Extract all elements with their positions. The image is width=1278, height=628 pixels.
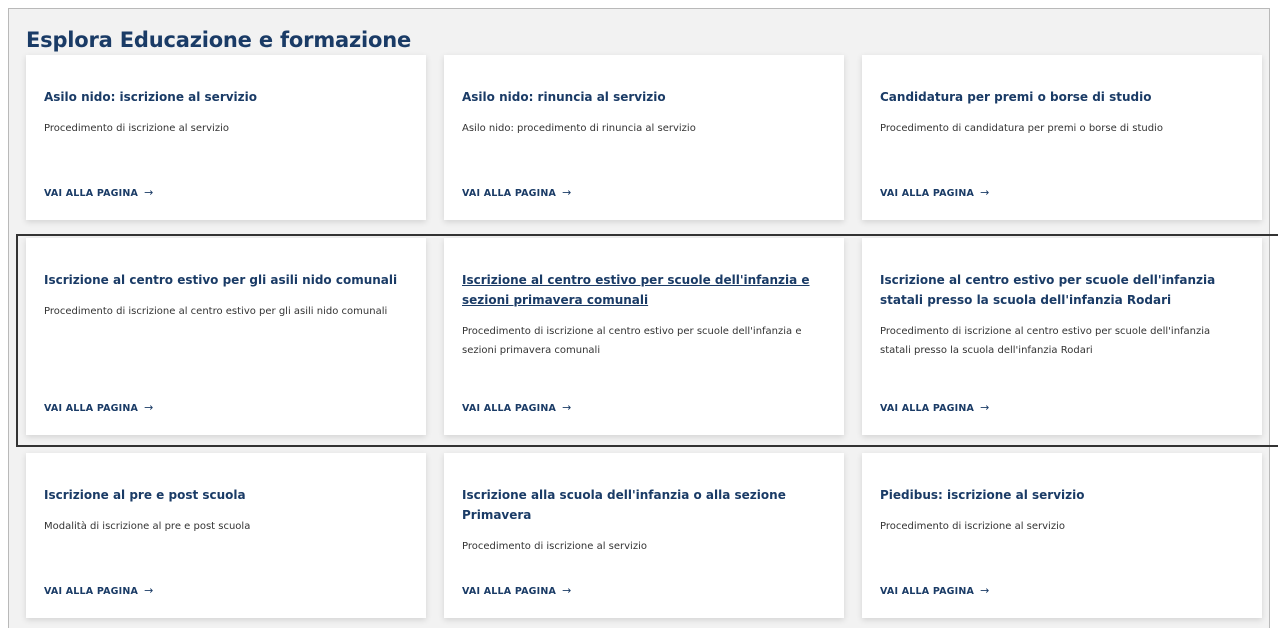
card-link-button[interactable]: VAI ALLA PAGINA →	[880, 186, 990, 199]
card-description: Procedimento di candidatura per premi o …	[880, 123, 1163, 134]
card-title[interactable]: Iscrizione al centro estivo per scuole d…	[462, 270, 826, 310]
card-link-label: VAI ALLA PAGINA	[880, 586, 975, 597]
card-title[interactable]: Candidatura per premi o borse di studio	[880, 87, 1244, 107]
card-link-label: VAI ALLA PAGINA	[462, 403, 557, 414]
arrow-right-icon: →	[144, 584, 154, 597]
card-link-button[interactable]: VAI ALLA PAGINA →	[462, 401, 572, 414]
card-link-button[interactable]: VAI ALLA PAGINA →	[462, 584, 572, 597]
card-link-button[interactable]: VAI ALLA PAGINA →	[44, 401, 154, 414]
service-card: Piedibus: iscrizione al servizio Procedi…	[862, 453, 1262, 618]
service-card: Asilo nido: iscrizione al servizio Proce…	[26, 55, 426, 220]
arrow-right-icon: →	[980, 401, 990, 414]
arrow-right-icon: →	[144, 186, 154, 199]
card-link-button[interactable]: VAI ALLA PAGINA →	[44, 584, 154, 597]
service-card: Asilo nido: rinuncia al servizio Asilo n…	[444, 55, 844, 220]
arrow-right-icon: →	[562, 186, 572, 199]
card-link-label: VAI ALLA PAGINA	[44, 403, 139, 414]
service-card: Iscrizione al pre e post scuola Modalità…	[26, 453, 426, 618]
card-link-label: VAI ALLA PAGINA	[462, 188, 557, 199]
card-link-button[interactable]: VAI ALLA PAGINA →	[462, 186, 572, 199]
card-title[interactable]: Iscrizione alla scuola dell'infanzia o a…	[462, 485, 826, 525]
card-link-label: VAI ALLA PAGINA	[462, 586, 557, 597]
card-title[interactable]: Piedibus: iscrizione al servizio	[880, 485, 1244, 505]
card-link-label: VAI ALLA PAGINA	[44, 188, 139, 199]
card-description: Procedimento di iscrizione al centro est…	[462, 326, 802, 356]
card-title[interactable]: Iscrizione al centro estivo per gli asil…	[44, 270, 408, 290]
section-title: Esplora Educazione e formazione	[26, 28, 412, 52]
arrow-right-icon: →	[980, 186, 990, 199]
card-description: Procedimento di iscrizione al servizio	[44, 123, 229, 134]
card-title[interactable]: Asilo nido: rinuncia al servizio	[462, 87, 826, 107]
arrow-right-icon: →	[144, 401, 154, 414]
service-card: Iscrizione al centro estivo per scuole d…	[862, 238, 1262, 435]
card-link-button[interactable]: VAI ALLA PAGINA →	[880, 401, 990, 414]
service-card: Candidatura per premi o borse di studio …	[862, 55, 1262, 220]
card-title[interactable]: Iscrizione al pre e post scuola	[44, 485, 408, 505]
arrow-right-icon: →	[562, 401, 572, 414]
card-link-button[interactable]: VAI ALLA PAGINA →	[44, 186, 154, 199]
card-description: Procedimento di iscrizione al centro est…	[44, 306, 388, 317]
card-description: Procedimento di iscrizione al centro est…	[880, 326, 1211, 356]
arrow-right-icon: →	[562, 584, 572, 597]
card-description: Procedimento di iscrizione al servizio	[880, 521, 1065, 532]
card-link-label: VAI ALLA PAGINA	[880, 188, 975, 199]
card-link-label: VAI ALLA PAGINA	[44, 586, 139, 597]
card-link-button[interactable]: VAI ALLA PAGINA →	[880, 584, 990, 597]
card-link-label: VAI ALLA PAGINA	[880, 403, 975, 414]
card-title[interactable]: Asilo nido: iscrizione al servizio	[44, 87, 408, 107]
card-title[interactable]: Iscrizione al centro estivo per scuole d…	[880, 270, 1244, 310]
card-description: Asilo nido: procedimento di rinuncia al …	[462, 123, 696, 134]
card-description: Procedimento di iscrizione al servizio	[462, 541, 647, 552]
arrow-right-icon: →	[980, 584, 990, 597]
service-card: Iscrizione alla scuola dell'infanzia o a…	[444, 453, 844, 618]
service-card: Iscrizione al centro estivo per gli asil…	[26, 238, 426, 435]
service-card: Iscrizione al centro estivo per scuole d…	[444, 238, 844, 435]
card-description: Modalità di iscrizione al pre e post scu…	[44, 521, 251, 532]
